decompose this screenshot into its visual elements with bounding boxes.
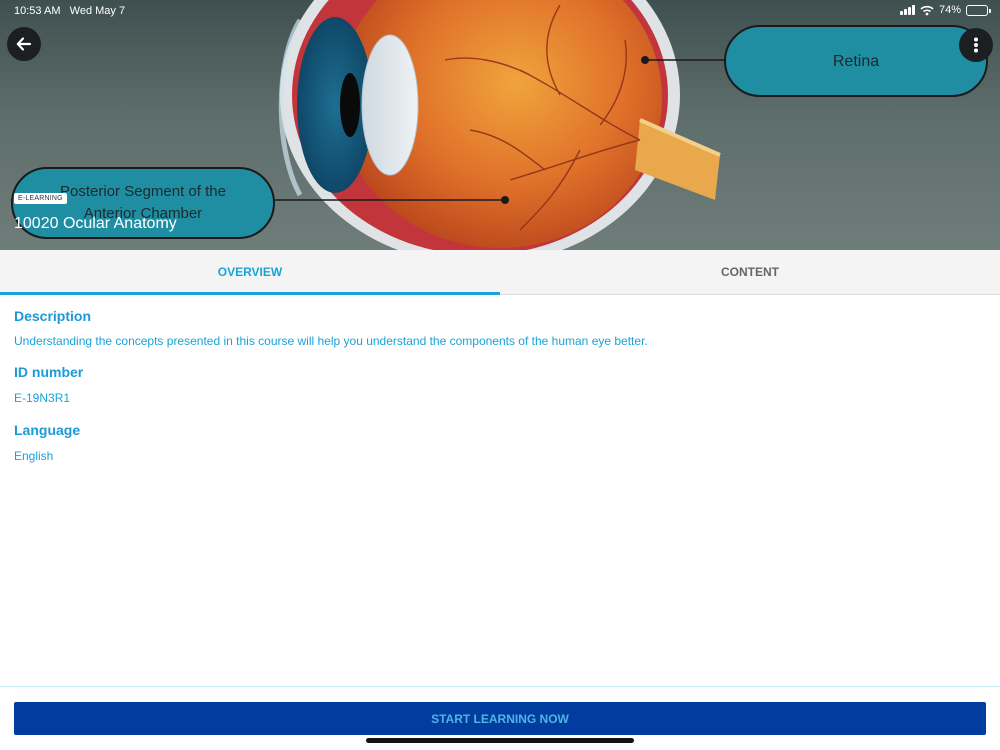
description-text: Understanding the concepts presented in … [14,334,648,348]
course-hero-banner: Retina Posterior Segment of the Anterior… [0,0,1000,250]
description-heading: Description [14,308,92,324]
status-clock: 10:53 AM [14,5,61,17]
tab-content[interactable]: CONTENT [500,250,1000,294]
battery-percent: 74% [938,4,961,16]
language-value: English [14,449,54,463]
status-date: Wed May 7 [69,5,126,17]
home-indicator [366,738,634,743]
start-learning-button[interactable]: START LEARNING NOW [14,702,986,735]
id-number-value: E-19N3R1 [14,391,71,405]
battery-icon [966,4,991,16]
status-indicators: 74% [899,4,991,16]
tab-overview[interactable]: OVERVIEW [0,250,500,295]
status-time: 10:53 AM Wed May 7 [14,5,125,17]
status-bar: 10:53 AM Wed May 7 74% [0,0,1000,22]
back-button[interactable] [7,27,41,61]
cellular-signal-icon [899,5,915,15]
eye-anatomy-illustration: Retina Posterior Segment of the Anterior… [11,0,988,250]
tab-bar: OVERVIEW CONTENT [0,250,1000,295]
language-heading: Language [14,422,81,438]
arrow-left-icon [16,37,32,51]
retina-label: Retina [833,53,879,70]
overview-panel: Description Understanding the concepts p… [14,308,984,463]
wifi-icon [920,5,934,15]
more-options-button[interactable] [959,28,993,62]
more-vertical-icon [974,37,978,53]
course-title: 10020 Ocular Anatomy [14,215,177,232]
course-type-badge: E-LEARNING [14,193,67,204]
posterior-label-line1: Posterior Segment of the [60,183,226,200]
id-number-heading: ID number [14,364,84,380]
